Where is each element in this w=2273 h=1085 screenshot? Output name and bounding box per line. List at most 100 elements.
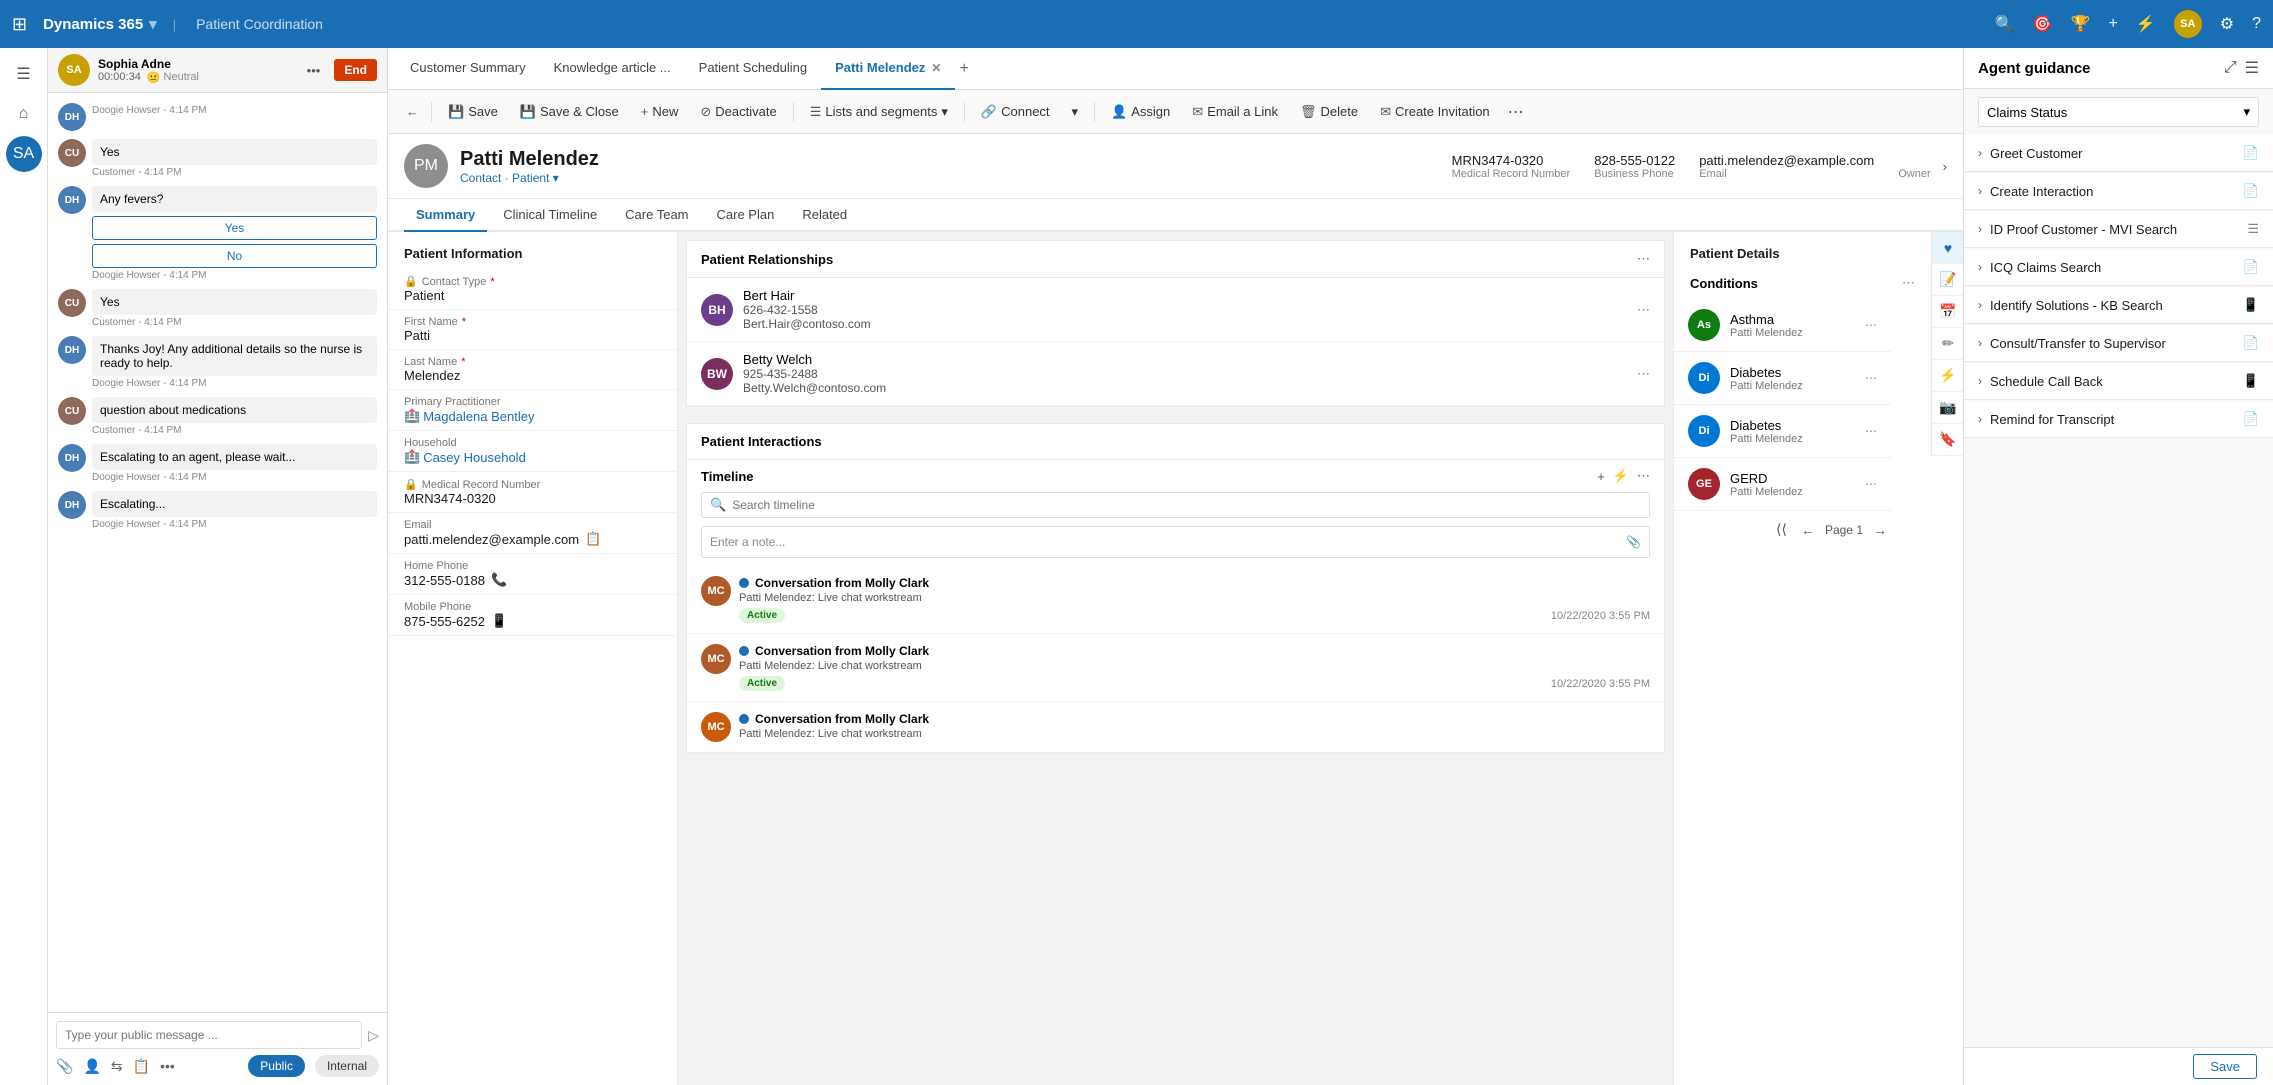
save-button[interactable]: 💾 Save [438,100,508,124]
timeline-search-input[interactable] [732,498,1641,512]
sidebar-home-icon[interactable]: ☰ [6,56,42,92]
tab-knowledge-article[interactable]: Knowledge article ... [540,48,685,90]
condition-more-icon[interactable]: ⋯ [1865,318,1877,332]
trophy-icon[interactable]: 🏆 [2071,14,2091,34]
nav-clinical-timeline[interactable]: Clinical Timeline [491,199,609,232]
option-yes-button[interactable]: Yes [92,216,377,240]
nav-related[interactable]: Related [790,199,859,232]
lightning-icon[interactable]: ⚡ [1932,360,1963,392]
note-input-area[interactable]: Enter a note... 📎 [701,526,1650,558]
tab-customer-summary[interactable]: Customer Summary [396,48,540,90]
add-icon[interactable]: + [2108,15,2117,33]
lock-icon2: 🔒 [404,478,418,491]
message-content: Thanks Joy! Any additional details so th… [92,336,377,389]
tab-patient-scheduling[interactable]: Patient Scheduling [685,48,821,90]
assign-button[interactable]: 👤 Assign [1101,100,1180,124]
guidance-id-proof[interactable]: › ID Proof Customer - MVI Search ☰ [1964,211,2273,248]
timeline-more-icon[interactable]: ⋯ [1637,468,1650,484]
message-meta: Doogie Howser - 4:14 PM [92,519,377,530]
notes-icon[interactable]: 📋 [133,1058,150,1075]
phone-icon[interactable]: 📞 [491,572,507,588]
guidance-create-interaction[interactable]: › Create Interaction 📄 [1964,173,2273,210]
attachment-icon[interactable]: 📎 [56,1058,73,1075]
contacts-icon[interactable]: 👤 [83,1058,100,1075]
guidance-consult-supervisor[interactable]: › Consult/Transfer to Supervisor 📄 [1964,325,2273,362]
internal-tab-button[interactable]: Internal [315,1055,379,1077]
chat-message-input[interactable] [56,1021,362,1049]
transfer-icon[interactable]: ⇆ [111,1058,123,1075]
dropdown-icon[interactable]: ▾ [553,171,559,185]
apps-grid-icon[interactable]: ⊞ [12,14,27,35]
condition-more-icon4[interactable]: ⋯ [1865,477,1877,491]
settings-icon[interactable]: ⚙ [2220,14,2234,34]
conditions-more-icon[interactable]: ⋯ [1902,275,1915,291]
back-arrow-icon[interactable]: ← [400,100,425,123]
chat-send-button[interactable]: ▷ [368,1027,379,1044]
panel-menu-icon[interactable]: ☰ [2245,58,2259,78]
household-link[interactable]: 🏥 Casey Household [404,449,661,465]
expand-icon[interactable]: ⤢ [2224,59,2237,77]
prev-page-button[interactable]: ← [1797,520,1819,540]
nav-care-plan[interactable]: Care Plan [705,199,787,232]
email-link-button[interactable]: ✉ Email a Link [1182,100,1288,124]
rel-more-icon[interactable]: ⋯ [1637,302,1650,318]
message-content: Escalating... Doogie Howser - 4:14 PM [92,491,377,530]
delete-icon: 🗑 [1300,104,1317,120]
guidance-remind-transcript[interactable]: › Remind for Transcript 📄 [1964,401,2273,438]
option-no-button[interactable]: No [92,244,377,268]
toolbar-more-button[interactable]: ⋯ [1502,98,1530,126]
search-icon[interactable]: 🔍 [1995,14,2015,34]
relationships-more-icon[interactable]: ⋯ [1637,251,1650,267]
guidance-schedule-callback[interactable]: › Schedule Call Back 📱 [1964,363,2273,400]
attachment-note-icon[interactable]: 📎 [1626,535,1641,549]
first-page-button[interactable]: ⟨⟨ [1772,519,1791,540]
tab-add-button[interactable]: + [959,60,968,78]
email-copy-icon[interactable]: 📋 [585,531,601,547]
sidebar-agent-icon[interactable]: SA [6,136,42,172]
timeline-filter-icon[interactable]: ⚡ [1613,468,1629,484]
public-tab-button[interactable]: Public [248,1055,305,1077]
nav-care-team[interactable]: Care Team [613,199,700,232]
delete-button[interactable]: 🗑 Delete [1290,100,1368,124]
connect-dropdown-button[interactable]: ▾ [1062,100,1089,124]
tab-patti-melendez[interactable]: Patti Melendez ✕ [821,48,955,90]
filter-icon[interactable]: ⚡ [2136,14,2156,34]
bottom-save-button[interactable]: Save [2193,1054,2257,1079]
end-call-button[interactable]: End [334,59,377,81]
guidance-greet-customer[interactable]: › Greet Customer 📄 [1964,135,2273,172]
guidance-icq-claims[interactable]: › ICQ Claims Search 📄 [1964,249,2273,286]
target-icon[interactable]: 🎯 [2033,14,2053,34]
lists-segments-button[interactable]: ☰ Lists and segments ▾ [800,100,958,124]
condition-more-icon2[interactable]: ⋯ [1865,371,1877,385]
mobile-icon[interactable]: 📱 [491,613,507,629]
pencil-icon[interactable]: ✏ [1932,328,1963,360]
edit-record-icon[interactable]: 📝 [1932,264,1963,296]
agent-panel-header: Agent guidance ⤢ ☰ [1964,48,2273,89]
avatar: As [1688,309,1720,341]
tab-close-icon[interactable]: ✕ [931,61,941,75]
camera-icon[interactable]: 📷 [1932,392,1963,424]
rel-more-icon2[interactable]: ⋯ [1637,366,1650,382]
claims-status-select[interactable]: Claims Status ▾ [1978,97,2259,127]
collapse-icon[interactable]: › [1943,159,1947,174]
calendar-icon[interactable]: 📅 [1932,296,1963,328]
nav-summary[interactable]: Summary [404,199,487,232]
practitioner-link[interactable]: 🏥 Magdalena Bentley [404,408,661,424]
bookmark-icon[interactable]: 🔖 [1932,424,1963,456]
new-button[interactable]: + New [631,100,689,123]
next-page-button[interactable]: → [1869,520,1891,540]
more-icon[interactable]: ••• [160,1058,175,1074]
save-close-button[interactable]: 💾 Save & Close [510,100,629,124]
help-icon[interactable]: ? [2252,15,2261,33]
guidance-identify-solutions[interactable]: › Identify Solutions - KB Search 📱 [1964,287,2273,324]
create-invitation-button[interactable]: ✉ Create Invitation [1370,100,1500,124]
sidebar-home2-icon[interactable]: ⌂ [6,96,42,132]
deactivate-button[interactable]: ⊘ Deactivate [690,100,786,124]
connect-button[interactable]: 🔗 Connect [971,100,1060,124]
heart-icon[interactable]: ♥ [1932,232,1963,264]
condition-more-icon3[interactable]: ⋯ [1865,424,1877,438]
connect-chevron-icon: ▾ [1072,104,1079,120]
timeline-add-icon[interactable]: + [1597,469,1605,484]
user-icon[interactable]: SA [2174,10,2202,38]
more-options-icon[interactable]: ••• [307,63,321,78]
